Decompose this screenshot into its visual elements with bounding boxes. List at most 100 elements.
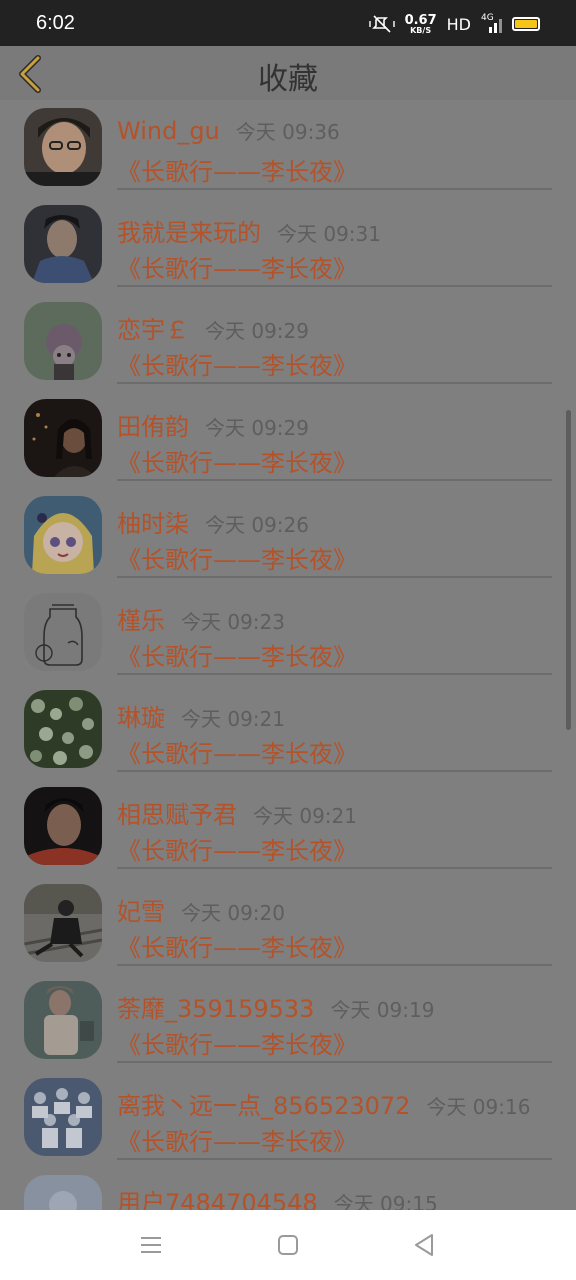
status-time: 6:02 [36, 12, 75, 34]
network-type: 4G [481, 13, 494, 23]
scrollbar[interactable] [566, 410, 571, 730]
book-title[interactable]: 《长歌行——李长夜》 [117, 540, 357, 575]
list-item[interactable]: 相思赋予君 今天 09:21 《长歌行——李长夜》 [0, 779, 576, 876]
user-name[interactable]: 相思赋予君 [117, 795, 237, 830]
speed-value: 0.67 [404, 12, 437, 28]
name-row: 我就是来玩的 今天 09:31 [117, 213, 381, 248]
user-name[interactable]: 我就是来玩的 [117, 213, 261, 248]
avatar[interactable] [24, 884, 102, 962]
timestamp: 今天 09:15 [333, 1192, 438, 1210]
list-item[interactable]: 我就是来玩的 今天 09:31 《长歌行——李长夜》 [0, 197, 576, 294]
user-name[interactable]: 妃雪 [117, 892, 165, 927]
page-title: 收藏 [258, 62, 318, 97]
timestamp: 今天 09:19 [330, 998, 435, 1022]
divider [117, 673, 552, 675]
hd-label: HD [446, 14, 471, 34]
list-item[interactable]: 柚时柒 今天 09:26 《长歌行——李长夜》 [0, 488, 576, 585]
list-item[interactable]: 田侑韵 今天 09:29 《长歌行——李长夜》 [0, 391, 576, 488]
name-row: 柚时柒 今天 09:26 [117, 504, 309, 539]
user-name[interactable]: 恋宇￡ [117, 310, 189, 345]
list-item[interactable]: 妃雪 今天 09:20 《长歌行——李长夜》 [0, 876, 576, 973]
book-title[interactable]: 《长歌行——李长夜》 [117, 346, 357, 381]
avatar[interactable] [24, 981, 102, 1059]
favorites-list[interactable]: Wind_gu 今天 09:36 《长歌行——李长夜》 我就是来玩的 今天 09… [0, 100, 576, 1210]
system-nav-bar [0, 1210, 576, 1280]
timestamp: 今天 09:29 [205, 416, 309, 440]
triangle-back-icon[interactable] [411, 1232, 437, 1258]
book-title[interactable]: 《长歌行——李长夜》 [117, 831, 357, 866]
divider [117, 188, 552, 190]
timestamp: 今天 09:16 [426, 1095, 531, 1119]
divider [117, 867, 552, 869]
book-title[interactable]: 《长歌行——李长夜》 [117, 928, 357, 963]
name-row: 田侑韵 今天 09:29 [117, 407, 309, 442]
avatar[interactable] [24, 399, 102, 477]
app-header: 收藏 [0, 46, 576, 100]
status-icons: 0.67 KB/S HD 4G [368, 12, 540, 36]
user-name[interactable]: 柚时柒 [117, 504, 189, 539]
divider [117, 285, 552, 287]
timestamp: 今天 09:21 [181, 707, 285, 731]
avatar[interactable] [24, 108, 102, 186]
avatar[interactable] [24, 593, 102, 671]
name-row: 琳璇 今天 09:21 [117, 698, 285, 733]
book-title[interactable]: 《长歌行——李长夜》 [117, 152, 357, 187]
timestamp: 今天 09:21 [253, 804, 357, 828]
user-name[interactable]: 荼靡_359159533 [117, 989, 314, 1024]
user-name[interactable]: 用户7484704548 [117, 1183, 318, 1210]
book-title[interactable]: 《长歌行——李长夜》 [117, 249, 357, 284]
timestamp: 今天 09:36 [235, 120, 340, 144]
list-item[interactable]: 用户7484704548 今天 09:15 [0, 1167, 576, 1210]
avatar[interactable] [24, 205, 102, 283]
list-item[interactable]: Wind_gu 今天 09:36 《长歌行——李长夜》 [0, 100, 576, 197]
list-item[interactable]: 恋宇￡ 今天 09:29 《长歌行——李长夜》 [0, 294, 576, 391]
book-title[interactable]: 《长歌行——李长夜》 [117, 637, 357, 672]
user-name[interactable]: 离我丶远一点_856523072 [117, 1086, 410, 1121]
network-speed: 0.67 KB/S [405, 14, 437, 35]
divider [117, 382, 552, 384]
user-name[interactable]: Wind_gu [117, 117, 220, 145]
list-item[interactable]: 离我丶远一点_856523072 今天 09:16 《长歌行——李长夜》 [0, 1070, 576, 1167]
book-title[interactable]: 《长歌行——李长夜》 [117, 443, 357, 478]
avatar[interactable] [24, 496, 102, 574]
name-row: 荼靡_359159533 今天 09:19 [117, 989, 434, 1024]
list-item[interactable]: 琳璇 今天 09:21 《长歌行——李长夜》 [0, 682, 576, 779]
name-row: 用户7484704548 今天 09:15 [117, 1183, 438, 1210]
divider [117, 1158, 552, 1160]
speed-unit: KB/S [410, 25, 432, 35]
user-name[interactable]: 槿乐 [117, 601, 165, 636]
name-row: 相思赋予君 今天 09:21 [117, 795, 357, 830]
divider [117, 479, 552, 481]
user-name[interactable]: 琳璇 [117, 698, 165, 733]
signal-icon: 4G [481, 13, 502, 33]
avatar[interactable] [24, 1078, 102, 1156]
name-row: Wind_gu 今天 09:36 [117, 116, 340, 145]
divider [117, 770, 552, 772]
divider [117, 576, 552, 578]
timestamp: 今天 09:31 [277, 222, 381, 246]
mute-vibrate-icon [368, 15, 395, 33]
timestamp: 今天 09:20 [181, 901, 285, 925]
name-row: 恋宇￡ 今天 09:29 [117, 310, 309, 345]
book-title[interactable]: 《长歌行——李长夜》 [117, 1025, 357, 1060]
status-bar: 6:02 0.67 KB/S HD 4G [0, 0, 576, 46]
battery-icon [512, 17, 540, 31]
divider [117, 1061, 552, 1063]
name-row: 槿乐 今天 09:23 [117, 601, 285, 636]
avatar[interactable] [24, 787, 102, 865]
avatar[interactable] [24, 302, 102, 380]
menu-icon[interactable] [138, 1232, 164, 1258]
square-home-icon[interactable] [275, 1232, 301, 1258]
name-row: 妃雪 今天 09:20 [117, 892, 285, 927]
avatar[interactable] [24, 1175, 102, 1210]
user-name[interactable]: 田侑韵 [117, 407, 189, 442]
timestamp: 今天 09:29 [205, 319, 309, 343]
timestamp: 今天 09:23 [181, 610, 285, 634]
book-title[interactable]: 《长歌行——李长夜》 [117, 734, 357, 769]
divider [117, 964, 552, 966]
name-row: 离我丶远一点_856523072 今天 09:16 [117, 1086, 530, 1121]
book-title[interactable]: 《长歌行——李长夜》 [117, 1122, 357, 1157]
list-item[interactable]: 荼靡_359159533 今天 09:19 《长歌行——李长夜》 [0, 973, 576, 1070]
avatar[interactable] [24, 690, 102, 768]
list-item[interactable]: 槿乐 今天 09:23 《长歌行——李长夜》 [0, 585, 576, 682]
